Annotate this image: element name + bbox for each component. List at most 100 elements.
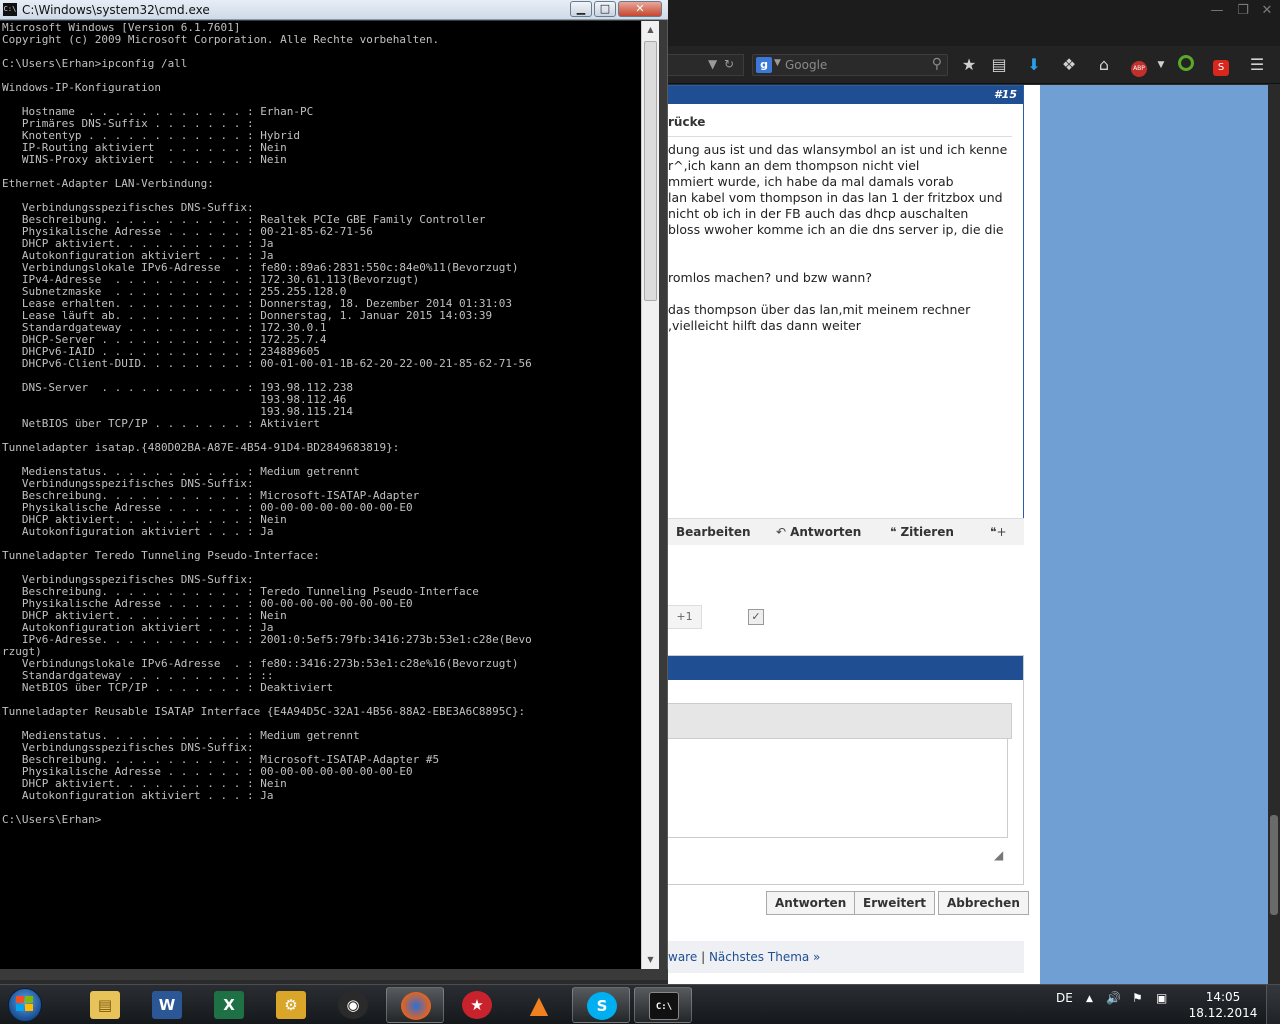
- thread-navigation: ware | Nächstes Thema »: [668, 941, 1024, 973]
- reply-editor[interactable]: [668, 738, 1008, 838]
- submit-reply-button[interactable]: Antworten: [766, 891, 856, 915]
- cmd-maximize-button[interactable]: □: [594, 1, 616, 17]
- taskbar-pokerstars[interactable]: ★: [448, 987, 506, 1023]
- edit-button[interactable]: Bearbeiten: [676, 525, 751, 539]
- post-line: r^,ich kann an dem thompson nicht viel: [668, 158, 920, 173]
- select-post-checkbox[interactable]: ✓: [748, 609, 764, 625]
- home-icon[interactable]: ⌂: [1093, 55, 1115, 77]
- page-scrollbar-thumb[interactable]: [1270, 815, 1278, 915]
- reply-post-button[interactable]: ↶ Antworten: [776, 525, 861, 539]
- engine-dropdown-icon[interactable]: ▼: [774, 58, 781, 68]
- quick-reply-header: [668, 656, 1023, 680]
- web-page: #15 rücke dung aus ist und das wlansymbo…: [668, 85, 1280, 984]
- post-line: das thompson über das lan,mit meinem rec…: [668, 302, 971, 317]
- url-dropdown-icon[interactable]: ▼: [708, 57, 717, 71]
- console-line: WINS-Proxy aktiviert . . . . . . : Nein: [2, 153, 287, 166]
- network-icon[interactable]: ▣: [1156, 991, 1167, 1005]
- cmd-title: C:\Windows\system32\cmd.exe: [22, 3, 210, 17]
- post-actions: Bearbeiten ↶ Antworten ❝ Zitieren ❝+: [668, 518, 1024, 545]
- resize-grip-icon[interactable]: ◢: [994, 848, 1003, 862]
- console-line: Autokonfiguration aktiviert . . . : Ja: [2, 525, 274, 538]
- post-edit-label: Bearbeiten: [676, 525, 751, 539]
- multiquote-button[interactable]: ❝+: [990, 525, 1011, 539]
- addon-icon[interactable]: S: [1210, 55, 1232, 77]
- page-scrollbar[interactable]: [1268, 85, 1280, 984]
- taskbar-steam[interactable]: ◉: [324, 987, 382, 1023]
- scroll-up-icon[interactable]: ▲: [642, 21, 659, 38]
- quick-reply-box: ◢: [668, 655, 1024, 885]
- post-line: romlos machen? und bzw wann?: [668, 270, 872, 285]
- start-button[interactable]: [2, 986, 48, 1024]
- clock[interactable]: 14:05 18.12.2014: [1188, 989, 1258, 1021]
- post-number[interactable]: #15: [668, 86, 1023, 104]
- cmd-scrollbar-thumb[interactable]: [644, 41, 657, 301]
- cmd-minimize-button[interactable]: ▁: [570, 1, 592, 17]
- console-output[interactable]: Microsoft Windows [Version 6.1.7601] Copy…: [0, 21, 641, 969]
- taskbar-word[interactable]: W: [138, 987, 196, 1023]
- taskbar-firefox[interactable]: [386, 987, 444, 1023]
- like-button[interactable]: +1: [668, 605, 702, 629]
- show-desktop-button[interactable]: [1266, 985, 1280, 1024]
- browser-restore-button[interactable]: ❐: [1232, 4, 1254, 20]
- browser-minimize-button[interactable]: —: [1206, 4, 1228, 20]
- excel-icon: X: [214, 991, 244, 1019]
- browser-close-button[interactable]: ✕: [1256, 4, 1278, 20]
- adblock-icon[interactable]: ABP: [1128, 55, 1150, 77]
- skype-icon: S: [587, 992, 617, 1020]
- url-bar[interactable]: ▼ ↻: [668, 54, 744, 76]
- post-line: bloss wwoher komme ich an die dns server…: [668, 222, 1004, 237]
- taskbar: ▤ W X ⚙ ◉ ★ ▲ S C:\ DE ▲ 🔊 ⚑ ▣ 14:05 18.…: [0, 984, 1280, 1024]
- steam-icon: ◉: [338, 991, 368, 1019]
- vlc-icon: ▲: [529, 991, 549, 1019]
- language-indicator[interactable]: DE: [1056, 991, 1073, 1005]
- bookmark-star-icon[interactable]: ★: [958, 55, 980, 77]
- quote-button[interactable]: ❝ Zitieren: [890, 525, 954, 539]
- cmd-bottom-border: [0, 969, 668, 980]
- post-reply-label: Antworten: [790, 525, 862, 539]
- sync-extension-icon[interactable]: [1175, 55, 1197, 77]
- editor-toolbar[interactable]: [668, 703, 1012, 739]
- volume-icon[interactable]: 🔊: [1106, 991, 1121, 1005]
- pokerstars-icon: ★: [462, 991, 492, 1019]
- taskbar-explorer[interactable]: ▤: [76, 987, 134, 1023]
- advanced-button[interactable]: Erweitert: [854, 891, 935, 915]
- cmd-titlebar[interactable]: C:\ C:\Windows\system32\cmd.exe ▁ □ ✕: [0, 0, 668, 20]
- extension-icon[interactable]: ❖: [1058, 55, 1080, 77]
- windows-logo-icon: [16, 996, 34, 1012]
- taskbar-network-app[interactable]: ⚙: [262, 987, 320, 1023]
- reload-icon[interactable]: ↻: [724, 57, 734, 71]
- multiquote-icon: ❝+: [990, 525, 1007, 539]
- console-line: Tunneladapter isatap.{480D02BA-A87E-4B54…: [2, 441, 400, 454]
- taskbar-skype[interactable]: S: [572, 987, 630, 1023]
- taskbar-vlc[interactable]: ▲: [510, 987, 568, 1023]
- next-thread-link[interactable]: Nächstes Thema »: [709, 950, 820, 964]
- bookmarks-list-icon[interactable]: ▤: [988, 55, 1010, 77]
- post-line: mmiert wurde, ich habe da mal damals vor…: [668, 174, 954, 189]
- search-box[interactable]: g ▼ Google ⚲: [752, 54, 948, 76]
- tray-expand-icon[interactable]: ▲: [1086, 994, 1093, 1004]
- post-quote-label: Zitieren: [900, 525, 954, 539]
- google-engine-icon[interactable]: g: [756, 57, 772, 73]
- adblock-dropdown-icon[interactable]: ▼: [1150, 55, 1172, 77]
- taskbar-excel[interactable]: X: [200, 987, 258, 1023]
- menu-icon[interactable]: ☰: [1246, 55, 1268, 77]
- console-line: Windows-IP-Konfiguration: [2, 81, 161, 94]
- post-line: lan kabel vom thompson in das lan 1 der …: [668, 190, 1003, 205]
- action-center-flag-icon[interactable]: ⚑: [1132, 991, 1143, 1005]
- console-line: C:\Users\Erhan>: [2, 813, 102, 826]
- console-line: Ethernet-Adapter LAN-Verbindung:: [2, 177, 214, 190]
- post-line: ,vielleicht hilft das dann weiter: [668, 318, 861, 333]
- console-line: Tunneladapter Reusable ISATAP Interface …: [2, 705, 526, 718]
- post-line: nicht ob ich in der FB auch das dhcp aus…: [668, 206, 969, 221]
- cmd-app-icon[interactable]: C:\: [3, 3, 17, 16]
- taskbar-cmd[interactable]: C:\: [634, 987, 692, 1023]
- cancel-button[interactable]: Abbrechen: [938, 891, 1029, 915]
- cmd-scrollbar[interactable]: ▲ ▼: [641, 21, 659, 969]
- forum-post: #15 rücke dung aus ist und das wlansymbo…: [668, 85, 1024, 545]
- scroll-down-icon[interactable]: ▼: [642, 951, 659, 968]
- downloads-icon[interactable]: ⬇: [1023, 55, 1045, 77]
- search-placeholder: Google: [785, 58, 828, 72]
- search-icon[interactable]: ⚲: [932, 56, 942, 72]
- cmd-close-button[interactable]: ✕: [618, 1, 662, 17]
- previous-thread-link[interactable]: ware: [668, 950, 697, 964]
